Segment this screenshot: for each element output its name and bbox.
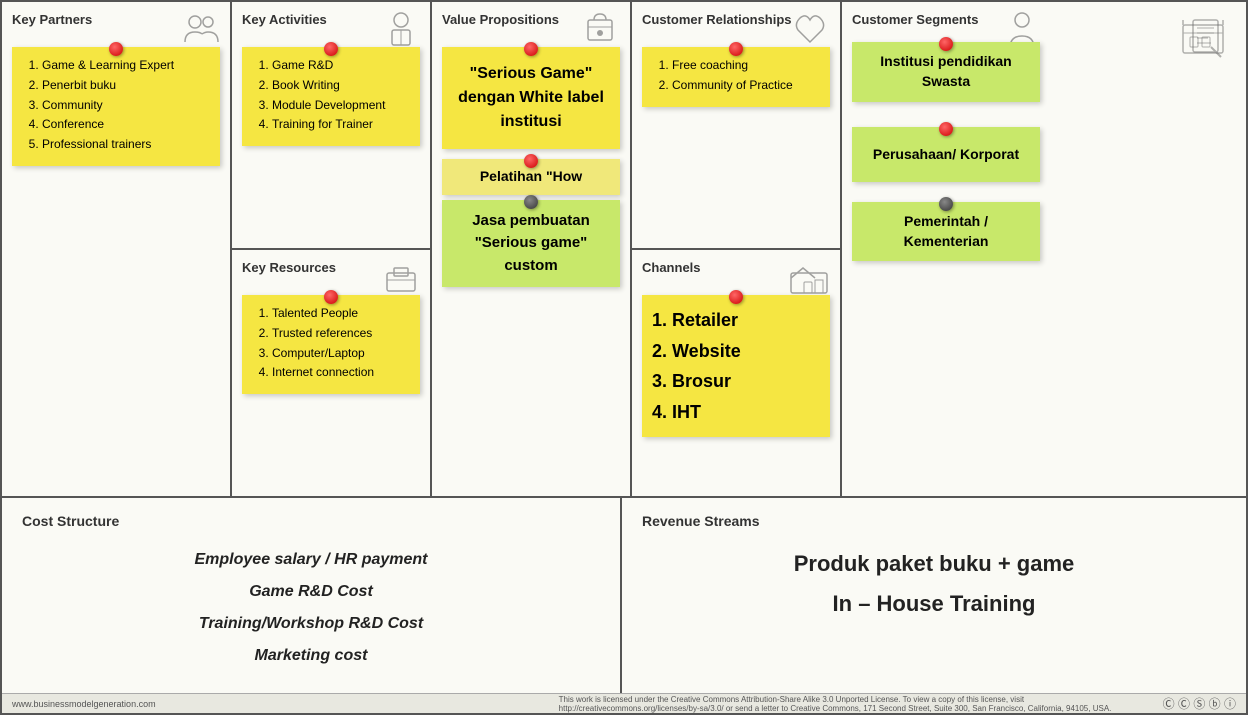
key-activities-list: Game R&D Book Writing Module Development… — [252, 57, 410, 133]
customer-rel-pin — [729, 42, 743, 56]
footer-license-text: This work is licensed under the Creative… — [559, 695, 1159, 713]
value-prop-text-1: "Serious Game" dengan White label instit… — [452, 57, 610, 139]
cost-item-4: Marketing cost — [22, 640, 600, 672]
key-partners-sticky: Game & Learning Expert Penerbit buku Com… — [12, 47, 220, 166]
key-activities-sticky: Game R&D Book Writing Module Development… — [242, 47, 420, 146]
cr-item-1: Free coaching — [672, 57, 820, 74]
ch-item-3: 3. Brosur — [652, 366, 820, 397]
cost-item-2: Game R&D Cost — [22, 576, 600, 608]
customer-rel-sticky: Free coaching Community of Practice — [642, 47, 830, 107]
key-resources-sticky-content: Talented People Trusted references Compu… — [242, 295, 420, 394]
cr-item-2: Community of Practice — [672, 77, 820, 94]
revenue-streams-title: Revenue Streams — [642, 513, 1226, 529]
cost-item-1: Employee salary / HR payment — [22, 544, 600, 576]
key-activities-cell: Key Activities Game R&D Book Writing — [232, 2, 430, 250]
value-prop-pin-3 — [524, 195, 538, 209]
key-resources-list: Talented People Trusted references Compu… — [252, 305, 410, 381]
kp-item-3: Community — [42, 97, 210, 114]
value-propositions-cell: Value Propositions "Serious Game" dengan… — [432, 2, 632, 496]
value-prop-content-3: Jasa pembuatan "Serious game" custom — [442, 200, 620, 288]
channels-list: 1. Retailer 2. Website 3. Brosur 4. IHT — [652, 305, 820, 427]
key-partners-cell: Key Partners Game & Learning Expert Pene… — [2, 2, 232, 496]
kr-item-1: Talented People — [272, 305, 410, 322]
footer-license: This work is licensed under the Creative… — [559, 695, 1236, 713]
business-model-canvas: Key Partners Game & Learning Expert Pene… — [0, 0, 1248, 715]
value-prop-pin-2 — [524, 154, 538, 168]
rev-item-2: In – House Training — [642, 584, 1226, 624]
cost-structure-content: Employee salary / HR payment Game R&D Co… — [22, 544, 600, 672]
key-resources-cell: Key Resources Talented People Trusted re… — [232, 250, 430, 496]
customer-relationships-cell: Customer Relationships Free coaching Com… — [632, 2, 840, 250]
cost-structure-cell: Cost Structure Employee salary / HR paym… — [2, 498, 622, 693]
key-activities-resources-split: Key Activities Game R&D Book Writing — [232, 2, 432, 496]
value-prop-sticky-2-wrapper: Pelatihan "How — [442, 159, 620, 195]
rev-item-1: Produk paket buku + game — [642, 544, 1226, 584]
key-resources-pin — [324, 290, 338, 304]
kp-item-4: Conference — [42, 116, 210, 133]
customer-rel-channels-split: Customer Relationships Free coaching Com… — [632, 2, 842, 496]
kr-item-2: Trusted references — [272, 325, 410, 342]
channels-cell: Channels 1. Retailer 2. Website — [632, 250, 840, 496]
key-partners-pin — [109, 42, 123, 56]
kp-item-1: Game & Learning Expert — [42, 57, 210, 74]
cs-sticky-1-wrapper: Institusi pendidikan Swasta — [852, 42, 1040, 102]
key-activities-pin — [324, 42, 338, 56]
footer-website: www.businessmodelgeneration.com — [12, 699, 156, 709]
kr-item-4: Internet connection — [272, 364, 410, 381]
kp-item-2: Penerbit buku — [42, 77, 210, 94]
cs-content-1: Institusi pendidikan Swasta — [852, 42, 1040, 102]
value-prop-text-3: Jasa pembuatan "Serious game" custom — [452, 210, 610, 278]
footer: www.businessmodelgeneration.com This wor… — [2, 693, 1246, 713]
ka-item-3: Module Development — [272, 97, 410, 114]
key-resources-sticky: Talented People Trusted references Compu… — [242, 295, 420, 394]
ch-item-2: 2. Website — [652, 336, 820, 367]
kr-item-3: Computer/Laptop — [272, 345, 410, 362]
cs-pin-1 — [939, 37, 953, 51]
customer-rel-list: Free coaching Community of Practice — [652, 57, 820, 94]
revenue-streams-content: Produk paket buku + game In – House Trai… — [642, 544, 1226, 623]
channels-sticky: 1. Retailer 2. Website 3. Brosur 4. IHT — [642, 295, 830, 437]
cs-pin-3 — [939, 197, 953, 211]
key-activities-sticky-content: Game R&D Book Writing Module Development… — [242, 47, 420, 146]
cs-sticky-3-wrapper: Pemerintah / Kementerian — [852, 202, 1040, 261]
channels-pin — [729, 290, 743, 304]
channels-content: 1. Retailer 2. Website 3. Brosur 4. IHT — [642, 295, 830, 437]
value-prop-sticky-3-wrapper: Jasa pembuatan "Serious game" custom — [442, 200, 620, 288]
cs-sticky-2-wrapper: Perusahaan/ Korporat — [852, 127, 1040, 182]
value-prop-pin-1 — [524, 42, 538, 56]
top-section: Key Partners Game & Learning Expert Pene… — [2, 2, 1246, 498]
cs-pin-2 — [939, 122, 953, 136]
ch-item-1: 1. Retailer — [652, 305, 820, 336]
key-partners-sticky-content: Game & Learning Expert Penerbit buku Com… — [12, 47, 220, 166]
ch-item-4: 4. IHT — [652, 397, 820, 428]
value-prop-sticky-1: "Serious Game" dengan White label instit… — [442, 47, 620, 149]
kp-item-5: Professional trainers — [42, 136, 210, 153]
ka-item-1: Game R&D — [272, 57, 410, 74]
revenue-streams-icon — [1178, 15, 1228, 65]
key-partners-list: Game & Learning Expert Penerbit buku Com… — [22, 57, 210, 153]
cost-item-3: Training/Workshop R&D Cost — [22, 608, 600, 640]
customer-segments-cell: Customer Segments Institusi pendidikan S… — [842, 2, 1050, 496]
creative-commons-icons: Ⓒ Ⓒ Ⓢ ⓑ ⓘ — [1163, 695, 1236, 712]
ka-item-2: Book Writing — [272, 77, 410, 94]
value-prop-content-1: "Serious Game" dengan White label instit… — [442, 47, 620, 149]
revenue-streams-cell: Revenue Streams Produk paket buku + game… — [622, 498, 1246, 693]
bottom-section: Cost Structure Employee salary / HR paym… — [2, 498, 1246, 693]
ka-item-4: Training for Trainer — [272, 116, 410, 133]
cost-structure-title: Cost Structure — [22, 513, 600, 529]
